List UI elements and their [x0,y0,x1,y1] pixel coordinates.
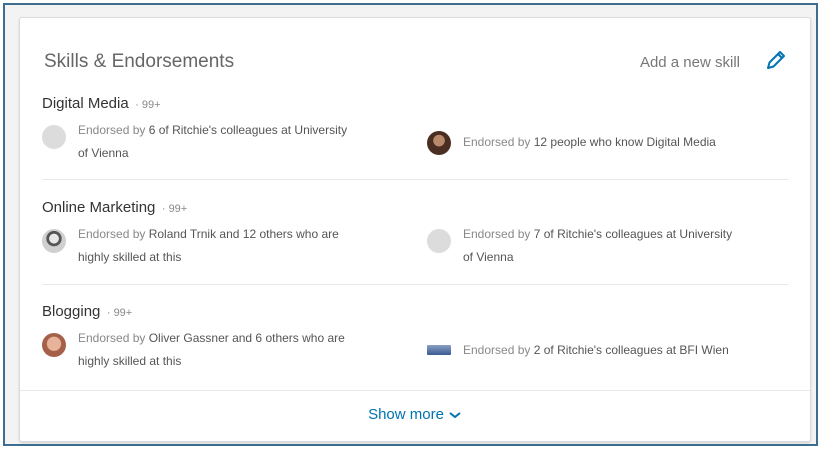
company-logo [427,345,451,355]
endorser-text: 6 of Ritchie's colleagues at University [148,123,348,137]
skill-item: Digital Media · 99+ Endorsed by 6 of Rit… [42,95,788,175]
divider [42,284,788,285]
endorser-text: 12 people who know Digital Media [533,135,716,149]
chevron-down-icon [449,411,461,419]
skill-name[interactable]: Online Marketing [42,199,155,216]
skill-item: Online Marketing · 99+ Endorsed by Rolan… [42,199,788,279]
avatar-photo [42,229,66,253]
avatar-photo [427,131,451,155]
endorser-text: 2 of Ritchie's colleagues at BFI Wien [533,343,729,357]
endorsement-count: · 99+ [106,307,133,319]
avatar-placeholder [427,229,451,253]
section-title: Skills & Endorsements [44,51,235,72]
avatar-placeholder [42,125,66,149]
endorser-text: Oliver Gassner and 6 others who are [148,331,345,345]
show-more-label: Show more [368,406,444,423]
endorsement-count: · 99+ [135,99,161,111]
skill-header[interactable]: Digital Media · 99+ [42,95,788,113]
divider [42,179,788,180]
skill-header[interactable]: Blogging · 99+ [42,303,788,321]
skills-card: Skills & Endorsements Add a new skill Di… [19,17,811,442]
skill-name[interactable]: Blogging [42,303,100,320]
show-more-button[interactable]: Show more [20,390,810,441]
skill-header[interactable]: Online Marketing · 99+ [42,199,788,217]
skill-item: Blogging · 99+ Endorsed by Oliver Gassne… [42,303,788,383]
endorser-text: Roland Trnik and 12 others who are [148,227,339,241]
pencil-icon[interactable] [764,48,788,72]
add-skill-button[interactable]: Add a new skill [640,54,740,71]
endorsement-count: · 99+ [161,203,188,215]
skill-name[interactable]: Digital Media [42,95,129,112]
endorser-text: 7 of Ritchie's colleagues at University [533,227,733,241]
avatar-photo [42,333,66,357]
window-frame: Skills & Endorsements Add a new skill Di… [3,3,818,446]
